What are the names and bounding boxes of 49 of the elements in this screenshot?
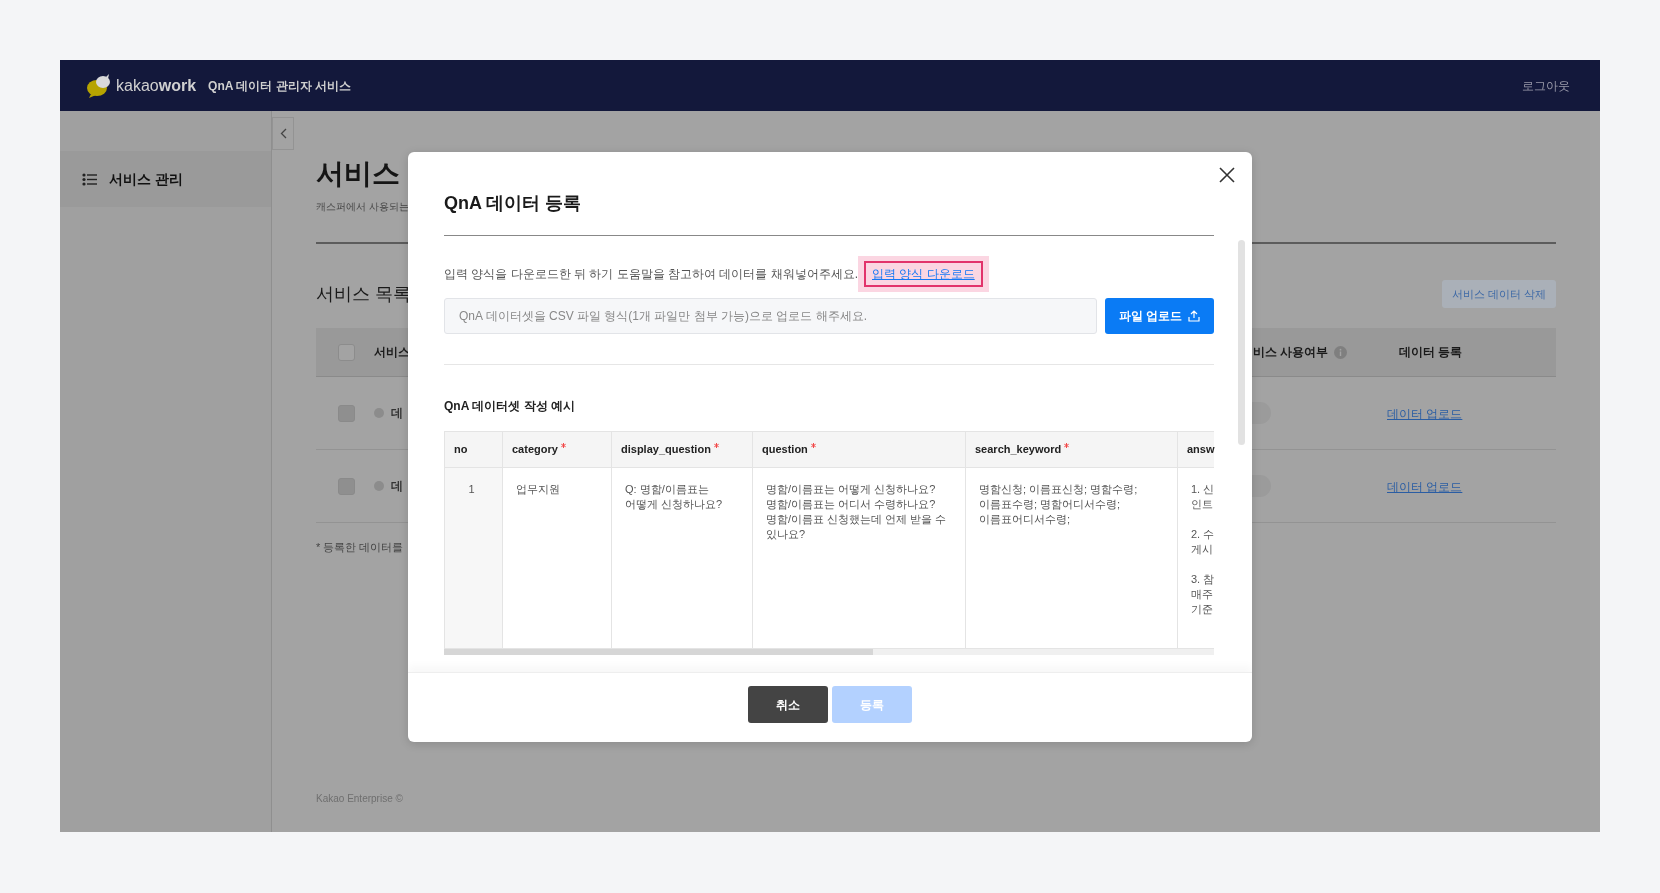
- sidebar-label: 서비스 관리: [109, 169, 183, 189]
- data-upload-link[interactable]: 데이터 업로드: [1387, 405, 1463, 423]
- logout-link[interactable]: 로그아웃: [1522, 76, 1570, 95]
- column-header: search_keyword: [966, 432, 1178, 467]
- brand-logo-text: kakaowork: [116, 75, 197, 96]
- table-cell: 1: [445, 468, 503, 648]
- page-subtitle: 캐스퍼에서 사용되는: [316, 200, 409, 214]
- speech-bubble-logo-icon: [86, 73, 112, 98]
- footnote: * 등록한 데이터를: [316, 540, 404, 555]
- table-cell: 업무지원: [503, 468, 612, 648]
- info-icon: [1334, 345, 1348, 359]
- column-header: 데이터 등록: [1399, 344, 1464, 361]
- table-cell-text: 1. 신 인트 2. 수 게시 3. 참 매주 기준: [1190, 482, 1215, 617]
- sidebar-item[interactable]: 서비스 관리: [60, 151, 271, 207]
- checkbox[interactable]: [338, 477, 355, 495]
- column-header: answ: [1186, 442, 1215, 458]
- section-title: 서비스 목록: [316, 282, 411, 306]
- column-header: 비스 사용여부: [1253, 344, 1329, 361]
- collapse-button[interactable]: [272, 117, 294, 150]
- service-name: 데: [391, 478, 403, 495]
- upload-icon: [1188, 310, 1201, 322]
- required-asterisk-icon: [560, 443, 566, 448]
- checkbox[interactable]: [338, 404, 355, 422]
- file-upload-button[interactable]: 파일 업로드: [1105, 298, 1214, 334]
- page-title: 서비스: [316, 157, 400, 191]
- list-icon: [82, 172, 97, 186]
- table-cell: 명함신청; 이름표신청; 명함수령; 이름표수령; 명함어디서수령; 이름표어디서수령;: [966, 468, 1178, 648]
- cancel-button[interactable]: 취소: [748, 686, 828, 723]
- close-icon: [1219, 167, 1235, 183]
- required-asterisk-icon: [713, 443, 719, 448]
- required-asterisk-icon: [1064, 443, 1070, 448]
- modal-title: QnA 데이터 등록: [444, 192, 583, 215]
- data-upload-link[interactable]: 데이터 업로드: [1387, 478, 1463, 496]
- table-cell: Q: 명함/이름표는 어떻게 신청하나요?: [612, 468, 753, 648]
- instruction-text: 입력 양식을 다운로드한 뒤 하기 도움말을 참고하여 데이터를 채워넣어주세요.: [444, 266, 858, 283]
- column-header: no: [445, 432, 503, 467]
- column-header: display_question: [612, 432, 753, 467]
- chevron-left-icon: [279, 128, 287, 139]
- delete-data-button[interactable]: 서비스 데이터 삭제: [1441, 280, 1556, 308]
- service-name: 데: [391, 405, 403, 422]
- template-download-link[interactable]: 입력 양식 다운로드: [864, 261, 983, 287]
- column-header: 서비스: [374, 344, 410, 361]
- app-title: QnA 데이터 관리자 서비스: [208, 77, 351, 95]
- column-header: category: [503, 432, 612, 467]
- column-header: question: [753, 432, 966, 467]
- example-title: QnA 데이터셋 작성 예시: [444, 398, 576, 415]
- required-asterisk-icon: [810, 443, 816, 448]
- table-cell: 명함/이름표는 어떻게 신청하나요? 명함/이름표는 어디서 수령하나요? 명함/이름표 신청했는데 언제 받을 수 있나요?: [753, 468, 966, 648]
- file-path-field[interactable]: QnA 데이터셋을 CSV 파일 형식(1개 파일만 첨부 가능)으로 업로드 해주세요.: [444, 298, 1097, 334]
